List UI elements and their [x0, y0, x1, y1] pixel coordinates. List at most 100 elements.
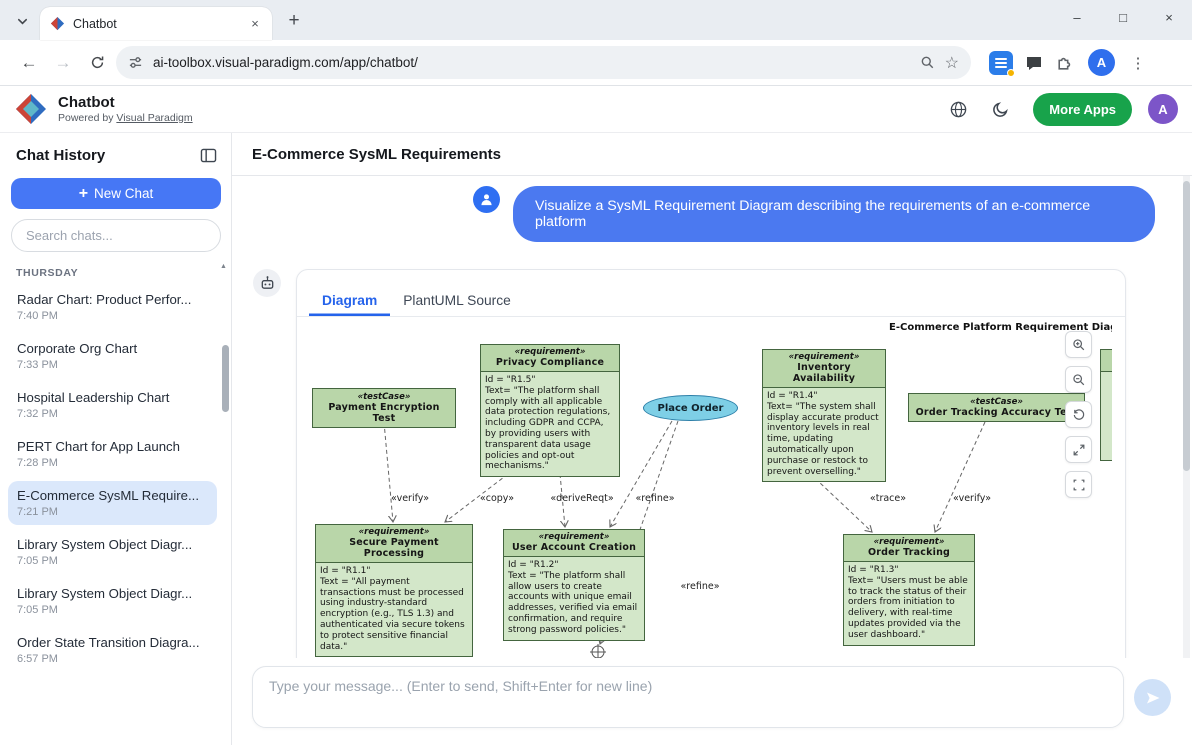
chat-time: 7:32 PM — [17, 408, 208, 420]
fit-screen-button[interactable] — [1065, 471, 1092, 498]
forward-button[interactable]: → — [46, 46, 80, 80]
browser-profile-avatar[interactable]: A — [1088, 49, 1115, 76]
browser-toolbar: ← → ai-toolbox.visual-paradigm.com/app/c… — [0, 40, 1192, 86]
extension-icon[interactable] — [989, 51, 1013, 75]
zoom-in-icon — [1072, 338, 1086, 352]
node-text: Text= "Users must be able to track the s… — [848, 576, 970, 641]
browser-window: Chatbot × + – □ × ← → ai-toolbox.visual-… — [0, 0, 1192, 745]
testcase-payment-encryption-test[interactable]: «testCase» Payment Encryption Test — [312, 388, 456, 428]
sidebar-scroll-up-icon[interactable]: ▲ — [220, 263, 227, 270]
requirement-order-tracking[interactable]: «requirement» Order Tracking Id = "R1.3"… — [843, 534, 975, 646]
visual-paradigm-logo — [14, 92, 48, 126]
reset-view-button[interactable] — [1065, 401, 1092, 428]
node-name: Inventory Availability — [767, 362, 881, 384]
requirement-node-partial[interactable] — [1100, 349, 1112, 461]
node-text: Text = "All payment transactions must be… — [320, 577, 468, 653]
site-settings-icon[interactable] — [128, 55, 143, 70]
node-name: Order Tracking — [848, 547, 970, 558]
browser-tab[interactable]: Chatbot × — [40, 7, 272, 40]
node-text: Text= "The platform shall comply with al… — [485, 386, 615, 472]
account-avatar[interactable]: A — [1148, 94, 1178, 124]
reload-icon — [90, 55, 105, 70]
day-section-label: THURSDAY — [16, 267, 231, 279]
chat-time: 7:33 PM — [17, 359, 208, 371]
requirement-secure-payment-processing[interactable]: «requirement» Secure Payment Processing … — [315, 524, 473, 657]
message-input[interactable] — [252, 666, 1124, 728]
sidebar-header: Chat History — [0, 133, 231, 168]
app-header: Chatbot Powered by Visual Paradigm More … — [0, 86, 1192, 133]
node-text: Text = "The platform shall allow users t… — [508, 571, 640, 636]
diagram-toolbar — [1065, 331, 1092, 498]
node-id: Id = "R1.2" — [508, 560, 640, 571]
reload-button[interactable] — [80, 46, 114, 80]
requirement-inventory-availability[interactable]: «requirement» Inventory Availability Id … — [762, 349, 886, 482]
browser-menu-button[interactable]: ⋮ — [1121, 46, 1155, 80]
window-minimize-button[interactable]: – — [1054, 0, 1100, 34]
back-button[interactable]: ← — [12, 46, 46, 80]
tab-diagram[interactable]: Diagram — [309, 270, 390, 316]
chat-list-item[interactable]: Hospital Leadership Chart 7:32 PM — [8, 383, 217, 427]
collapse-sidebar-button[interactable] — [200, 148, 217, 163]
anchor-circle-plus-icon — [590, 644, 606, 658]
edge-label-verify: «verify» — [391, 493, 429, 504]
more-apps-button[interactable]: More Apps — [1033, 93, 1132, 126]
zoom-in-button[interactable] — [1065, 331, 1092, 358]
node-name: Secure Payment Processing — [320, 537, 468, 559]
search-chats-input[interactable] — [11, 219, 221, 252]
chat-title: Order State Transition Diagra... — [17, 635, 208, 650]
new-chat-button[interactable]: + New Chat — [11, 178, 221, 209]
chat-extension-icon[interactable] — [1024, 53, 1044, 73]
testcase-order-tracking-accuracy-test[interactable]: «testCase» Order Tracking Accuracy Test — [908, 393, 1085, 422]
chat-list-item[interactable]: Order State Transition Diagra... 6:57 PM — [8, 628, 217, 672]
zoom-out-button[interactable] — [1065, 366, 1092, 393]
node-id: Id = "R1.3" — [848, 565, 970, 576]
chat-time: 7:40 PM — [17, 310, 208, 322]
tab-plantuml-source[interactable]: PlantUML Source — [390, 270, 524, 316]
sidebar-scrollbar[interactable] — [222, 345, 229, 412]
address-bar[interactable]: ai-toolbox.visual-paradigm.com/app/chatb… — [116, 46, 971, 79]
card-tab-bar: Diagram PlantUML Source — [297, 270, 1125, 317]
tab-title: Chatbot — [73, 17, 238, 31]
message-input-area — [232, 658, 1192, 745]
edge-label-trace: «trace» — [870, 493, 906, 504]
chevron-down-icon — [16, 15, 29, 28]
sidebar-title: Chat History — [16, 147, 105, 164]
window-maximize-button[interactable]: □ — [1100, 0, 1146, 34]
node-stereotype: «requirement» — [767, 352, 881, 362]
extension-area — [989, 51, 1074, 75]
new-tab-button[interactable]: + — [280, 7, 308, 35]
expand-button[interactable] — [1065, 436, 1092, 463]
window-close-button[interactable]: × — [1146, 0, 1192, 34]
node-name: User Account Creation — [508, 542, 640, 553]
robot-icon — [259, 275, 276, 292]
send-button[interactable] — [1134, 679, 1171, 716]
chat-title: E-Commerce SysML Require... — [17, 488, 208, 503]
requirement-user-account-creation[interactable]: «requirement» User Account Creation Id =… — [503, 529, 645, 641]
chat-list-item[interactable]: Radar Chart: Product Perfor... 7:40 PM — [8, 285, 217, 329]
bookmark-star-icon[interactable]: ☆ — [945, 53, 959, 73]
chat-title: PERT Chart for App Launch — [17, 439, 208, 454]
chat-list-item[interactable]: PERT Chart for App Launch 7:28 PM — [8, 432, 217, 476]
tab-search-button[interactable] — [8, 7, 36, 35]
extensions-puzzle-icon[interactable] — [1055, 53, 1074, 72]
chat-list-item[interactable]: Library System Object Diagr... 7:05 PM — [8, 530, 217, 574]
usecase-place-order[interactable]: Place Order — [643, 395, 738, 421]
requirement-privacy-compliance[interactable]: «requirement» Privacy Compliance Id = "R… — [480, 344, 620, 477]
language-button[interactable] — [941, 92, 975, 126]
tab-close-button[interactable]: × — [246, 15, 264, 33]
chat-list-item[interactable]: Library System Object Diagr... 7:05 PM — [8, 579, 217, 623]
diagram-canvas[interactable]: E-Commerce Platform Requirement Diagram — [297, 317, 1112, 658]
moon-icon — [992, 101, 1009, 118]
node-stereotype: «requirement» — [485, 347, 615, 357]
zoom-icon[interactable] — [920, 55, 935, 70]
visual-paradigm-link[interactable]: Visual Paradigm — [116, 112, 192, 124]
chat-list-item[interactable]: Corporate Org Chart 7:33 PM — [8, 334, 217, 378]
bot-message-row: Diagram PlantUML Source E-Commerce Platf… — [253, 269, 1126, 658]
node-id: Id = "R1.4" — [767, 391, 881, 402]
dark-mode-button[interactable] — [983, 92, 1017, 126]
reset-icon — [1072, 408, 1086, 422]
chat-time: 7:05 PM — [17, 604, 208, 616]
chat-list-item-selected[interactable]: E-Commerce SysML Require... 7:21 PM — [8, 481, 217, 525]
chat-scrollbar[interactable] — [1183, 181, 1190, 471]
node-name: Payment Encryption Test — [319, 402, 449, 424]
